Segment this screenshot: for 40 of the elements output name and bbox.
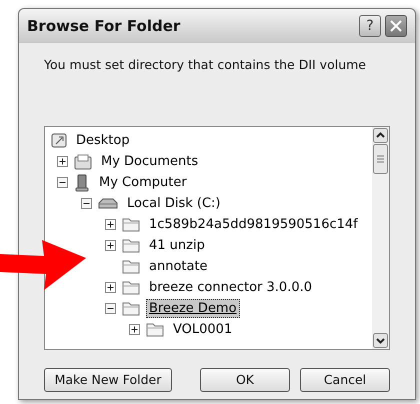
expand-icon[interactable] bbox=[57, 156, 68, 167]
expand-icon[interactable] bbox=[105, 282, 116, 293]
dialog-button[interactable]: OK bbox=[200, 368, 290, 392]
expand-icon[interactable] bbox=[129, 324, 140, 335]
folder-name[interactable]: 1c589b24a5dd9819590516c14f bbox=[146, 215, 361, 234]
desktop-icon bbox=[51, 132, 67, 148]
scroll-down-icon[interactable] bbox=[373, 333, 388, 348]
help-button[interactable]: ? bbox=[359, 15, 381, 37]
scroll-up-icon[interactable] bbox=[373, 128, 388, 143]
window-title: Browse For Folder bbox=[27, 16, 182, 37]
folder-name[interactable]: VOL0001 bbox=[170, 320, 236, 339]
instruction-text: You must set directory that contains the DII volume bbox=[44, 56, 367, 74]
scrollbar[interactable] bbox=[372, 127, 389, 349]
close-button[interactable] bbox=[385, 15, 407, 37]
folder-name[interactable]: My Computer bbox=[96, 173, 190, 192]
folder-icon bbox=[122, 238, 140, 253]
folder-icon bbox=[74, 154, 92, 170]
folder-icon bbox=[122, 217, 140, 232]
scroll-thumb[interactable] bbox=[373, 144, 388, 174]
folder-name[interactable]: Desktop bbox=[73, 131, 133, 150]
collapse-icon[interactable] bbox=[105, 303, 116, 314]
folder-icon bbox=[122, 259, 140, 274]
folder-name[interactable]: breeze connector 3.0.0.0 bbox=[146, 278, 315, 297]
folder-icon bbox=[122, 301, 140, 316]
expand-icon[interactable] bbox=[105, 219, 116, 230]
expand-icon[interactable] bbox=[105, 240, 116, 251]
disk-drive-icon bbox=[98, 198, 118, 210]
collapse-icon[interactable] bbox=[57, 177, 68, 188]
folder-name[interactable]: My Documents bbox=[98, 152, 202, 171]
folder-name[interactable]: Local Disk (C:) bbox=[124, 194, 224, 213]
folder-name[interactable]: annotate bbox=[146, 257, 211, 276]
folder-icon bbox=[146, 322, 164, 337]
collapse-icon[interactable] bbox=[81, 198, 92, 209]
computer-icon bbox=[74, 174, 90, 192]
dialog-button[interactable]: Cancel bbox=[300, 368, 390, 392]
folder-icon bbox=[122, 280, 140, 295]
dialog-button[interactable]: Make New Folder bbox=[44, 368, 172, 392]
folder-name[interactable]: 41 unzip bbox=[146, 236, 208, 255]
folder-name[interactable]: Breeze Demo bbox=[146, 299, 240, 318]
close-icon bbox=[390, 20, 402, 32]
